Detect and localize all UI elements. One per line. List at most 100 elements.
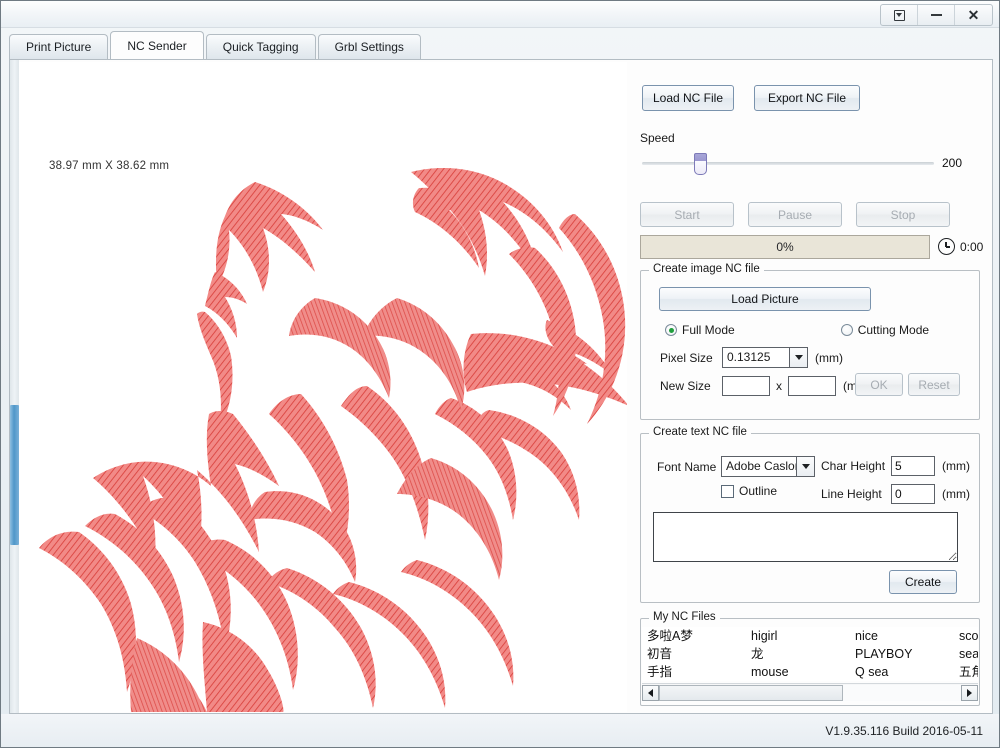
tab-grbl-settings[interactable]: Grbl Settings [318, 34, 421, 59]
progress-value-label: 0% [776, 240, 793, 254]
tab-print-picture[interactable]: Print Picture [9, 34, 108, 59]
list-item[interactable]: sea ro [959, 645, 978, 663]
char-height-label: Char Height [821, 459, 891, 473]
close-button[interactable]: ✕ [955, 5, 992, 25]
image-mode-radio-group: Full Mode Cutting Mode [665, 323, 965, 337]
outline-checkbox[interactable]: Outline [721, 484, 777, 498]
speed-slider-track[interactable] [642, 162, 934, 165]
button-label: Load Picture [731, 292, 798, 306]
tab-nc-sender[interactable]: NC Sender [110, 31, 203, 59]
radio-unselected-icon [841, 324, 853, 336]
reset-button[interactable]: Reset [908, 373, 960, 396]
nc-sender-controls: Load NC File Export NC File Speed 200 St… [632, 62, 992, 712]
close-icon: ✕ [968, 8, 980, 22]
line-height-unit: (mm) [942, 487, 970, 501]
new-size-separator: x [776, 379, 782, 393]
restore-down-icon [894, 10, 905, 21]
button-label: Start [674, 208, 699, 222]
chevron-down-icon[interactable] [796, 457, 814, 476]
pixel-size-value: 0.13125 [723, 348, 789, 367]
window-controls: ✕ [880, 4, 993, 26]
radio-full-mode[interactable]: Full Mode [665, 323, 735, 337]
new-size-row: New Size x (mm) [660, 376, 871, 396]
progress-row: 0% 0:00 [640, 234, 992, 259]
line-height-input[interactable] [891, 484, 935, 504]
new-size-label: New Size [660, 379, 722, 393]
file-column: scorpi sea ro 五角星 [959, 627, 978, 681]
preview-canvas[interactable]: 38.97 mm X 38.62 mm [19, 62, 627, 712]
button-label: OK [870, 378, 887, 392]
tab-label: Print Picture [26, 40, 91, 54]
list-item[interactable]: scorpi [959, 627, 978, 645]
load-picture-button[interactable]: Load Picture [659, 287, 871, 311]
list-item[interactable]: 初音 [647, 645, 751, 663]
button-label: Stop [891, 208, 916, 222]
font-name-row: Font Name Adobe Caslon [657, 456, 815, 477]
scrollbar-thumb[interactable] [659, 685, 843, 701]
scorpion-artwork [19, 62, 627, 712]
scrollbar-track[interactable] [659, 685, 961, 701]
list-item[interactable]: mouse [751, 663, 855, 681]
group-title: Create text NC file [649, 426, 751, 438]
arrow-right-icon[interactable] [961, 685, 978, 701]
speed-value: 200 [942, 156, 962, 170]
group-title: Create image NC file [649, 263, 764, 275]
radio-label: Full Mode [682, 323, 735, 337]
stop-button[interactable]: Stop [856, 202, 950, 227]
create-text-button[interactable]: Create [889, 570, 957, 594]
tab-label: Grbl Settings [335, 40, 404, 54]
canvas-vertical-scrollbar[interactable] [10, 60, 19, 713]
tab-label: Quick Tagging [223, 40, 299, 54]
minimize-icon [931, 14, 942, 16]
nc-file-list[interactable]: 多啦A梦 初音 手指 higirl 龙 mouse nice PLAYBOY [642, 627, 978, 681]
checkbox-unchecked-icon [721, 485, 734, 498]
tab-quick-tagging[interactable]: Quick Tagging [206, 34, 316, 59]
radio-cutting-mode[interactable]: Cutting Mode [841, 323, 929, 337]
pause-button[interactable]: Pause [748, 202, 842, 227]
title-bar: ✕ [1, 1, 1000, 28]
pixel-size-label: Pixel Size [660, 351, 722, 365]
restore-down-button[interactable] [881, 5, 918, 25]
font-name-label: Font Name [657, 460, 721, 474]
button-label: Load NC File [653, 91, 723, 105]
speed-slider-thumb[interactable] [694, 153, 707, 175]
list-item[interactable]: 多啦A梦 [647, 627, 751, 645]
create-text-nc-group: Create text NC file Font Name Adobe Casl… [640, 433, 980, 603]
version-label: V1.9.35.116 Build 2016-05-11 [825, 724, 983, 738]
canvas-scrollbar-thumb[interactable] [10, 405, 19, 545]
list-item[interactable]: nice [855, 627, 959, 645]
export-nc-file-button[interactable]: Export NC File [754, 85, 860, 111]
arrow-left-icon[interactable] [642, 685, 659, 701]
font-name-combo[interactable]: Adobe Caslon [721, 456, 815, 477]
minimize-button[interactable] [918, 5, 955, 25]
load-nc-file-button[interactable]: Load NC File [642, 85, 734, 111]
char-height-row: Char Height (mm) [821, 456, 970, 476]
list-item[interactable]: 龙 [751, 645, 855, 663]
my-nc-files-group: My NC Files 多啦A梦 初音 手指 higirl 龙 mouse [640, 618, 980, 706]
speed-slider[interactable]: 200 [640, 150, 992, 176]
application-window: ✕ Print Picture NC Sender Quick Tagging … [0, 0, 1000, 748]
button-label: Create [905, 575, 941, 589]
chevron-down-icon[interactable] [789, 348, 807, 367]
file-list-horizontal-scrollbar[interactable] [642, 683, 978, 701]
nc-text-input[interactable] [653, 512, 958, 562]
char-height-unit: (mm) [942, 459, 970, 473]
list-item[interactable]: Q sea [855, 663, 959, 681]
char-height-input[interactable] [891, 456, 935, 476]
list-item[interactable]: 五角星 [959, 663, 978, 681]
start-button[interactable]: Start [640, 202, 734, 227]
list-item[interactable]: PLAYBOY [855, 645, 959, 663]
ok-button[interactable]: OK [855, 373, 903, 396]
button-label: Pause [778, 208, 812, 222]
list-item[interactable]: higirl [751, 627, 855, 645]
file-column: higirl 龙 mouse [751, 627, 855, 681]
elapsed-time: 0:00 [960, 240, 983, 254]
new-size-width-input[interactable] [722, 376, 770, 396]
outline-label: Outline [739, 484, 777, 498]
new-size-height-input[interactable] [788, 376, 836, 396]
list-item[interactable]: 手指 [647, 663, 751, 681]
line-height-label: Line Height [821, 487, 891, 501]
file-columns: 多啦A梦 初音 手指 higirl 龙 mouse nice PLAYBOY [642, 627, 978, 681]
pixel-size-combo[interactable]: 0.13125 [722, 347, 808, 368]
radio-label: Cutting Mode [858, 323, 929, 337]
